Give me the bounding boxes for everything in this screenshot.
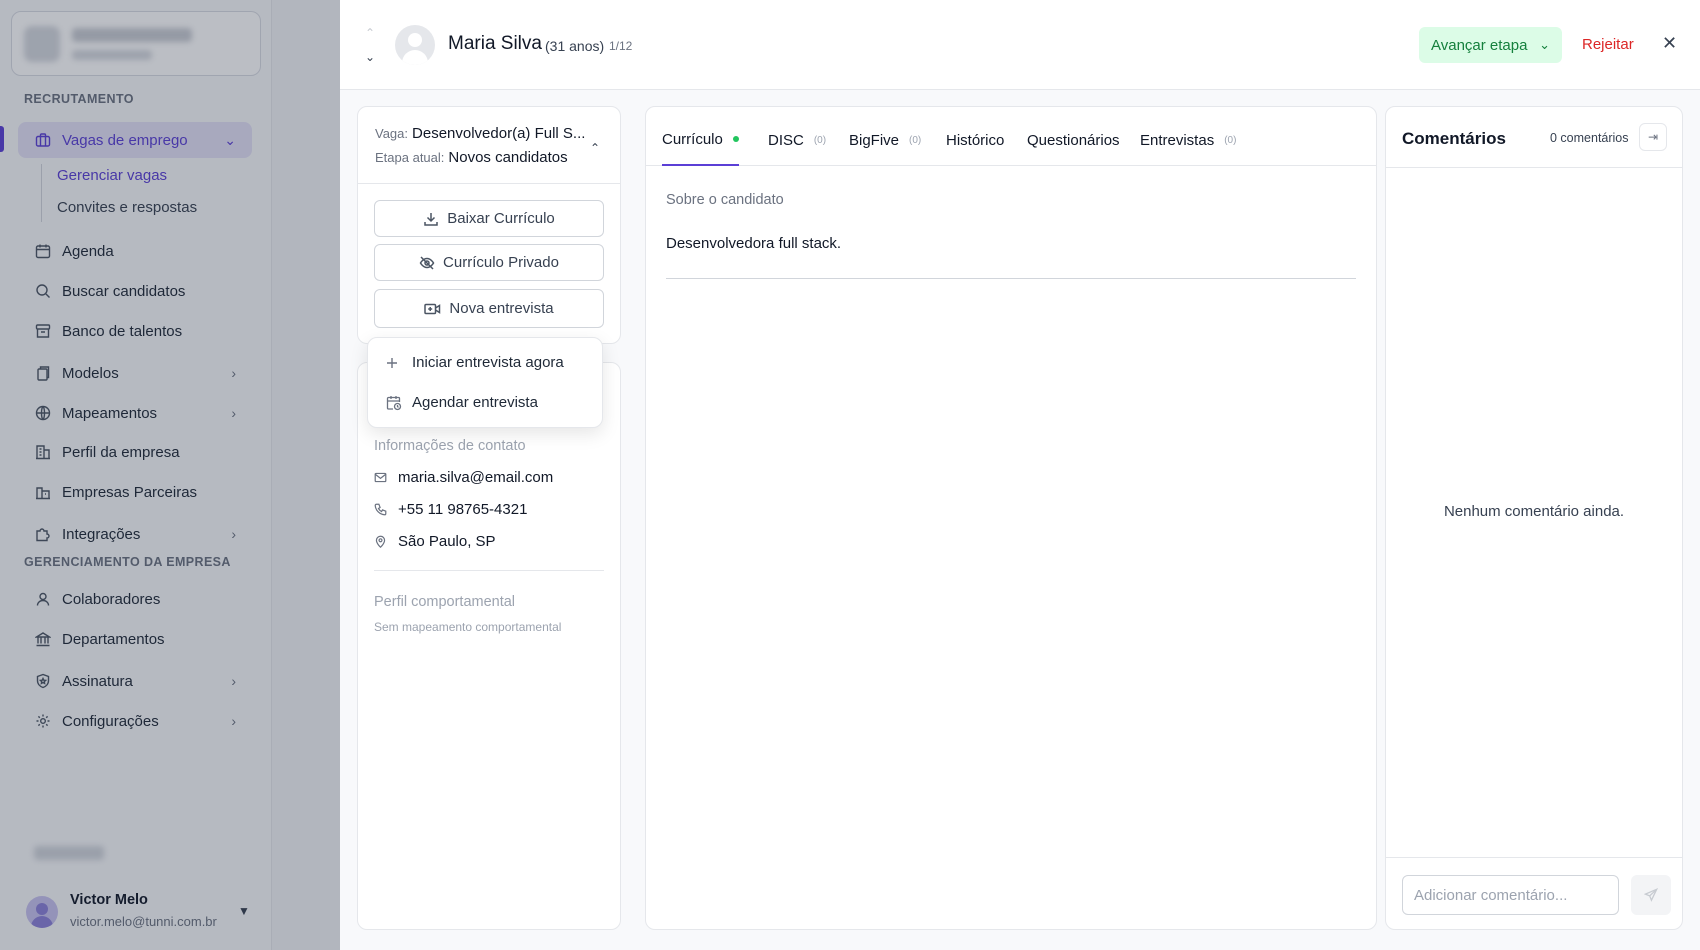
- tab-label: DISC: [768, 131, 804, 149]
- comment-input[interactable]: [1402, 875, 1619, 915]
- divider: [1386, 857, 1682, 858]
- tab-disc[interactable]: DISC (0): [768, 128, 826, 166]
- advance-stage-label: Avançar etapa: [1431, 36, 1528, 54]
- tab-questionarios[interactable]: Questionários: [1027, 128, 1120, 166]
- private-resume-label: Currículo Privado: [443, 254, 559, 271]
- collapse-panel-icon[interactable]: ⇥: [1639, 123, 1667, 151]
- tab-bar: Currículo DISC (0) BigFive (0) Histórico…: [646, 107, 1376, 166]
- video-plus-icon: [424, 301, 441, 317]
- stage-label: Etapa atual:: [375, 150, 445, 165]
- candidate-avatar: [395, 25, 435, 65]
- drawer-header: ⌃ ⌄ Maria Silva (31 anos) 1/12 Avançar e…: [340, 0, 1700, 90]
- avatar-head: [408, 33, 422, 47]
- start-interview-now-item[interactable]: Iniciar entrevista agora: [386, 354, 564, 371]
- candidate-age: (31 anos): [545, 38, 605, 54]
- divider: [358, 183, 620, 184]
- stage-row: Etapa atual: Novos candidatos: [375, 149, 568, 166]
- stage-value: Novos candidatos: [448, 149, 568, 166]
- tab-count: (0): [909, 134, 922, 146]
- tab-label: Currículo: [662, 130, 723, 148]
- contact-phone-value: +55 11 98765-4321: [398, 501, 528, 518]
- chevron-up-icon[interactable]: ⌃: [590, 141, 600, 155]
- tab-label: Questionários: [1027, 131, 1120, 149]
- comments-title: Comentários: [1402, 129, 1506, 148]
- contact-phone[interactable]: +55 11 98765-4321: [374, 501, 527, 518]
- job-card: Vaga: Desenvolvedor(a) Full S... Etapa at…: [357, 106, 621, 344]
- schedule-interview-item[interactable]: Agendar entrevista: [386, 394, 538, 411]
- behavior-subtitle: Sem mapeamento comportamental: [374, 620, 562, 634]
- new-interview-button[interactable]: Nova entrevista: [374, 289, 604, 328]
- download-resume-button[interactable]: Baixar Currículo: [374, 200, 604, 237]
- comments-panel: Comentários 0 comentários ⇥ Nenhum comen…: [1385, 106, 1683, 930]
- resume-panel: Currículo DISC (0) BigFive (0) Histórico…: [645, 106, 1377, 930]
- contact-email[interactable]: maria.silva@email.com: [374, 469, 553, 486]
- comments-empty-state: Nenhum comentário ainda.: [1443, 503, 1625, 520]
- send-comment-button[interactable]: [1631, 875, 1671, 915]
- contact-title: Informações de contato: [374, 438, 526, 454]
- contact-email-value: maria.silva@email.com: [398, 469, 554, 486]
- interview-dropdown: Iniciar entrevista agora Agendar entrevi…: [367, 337, 603, 428]
- download-icon: [423, 211, 439, 227]
- tab-label: Histórico: [946, 131, 1005, 149]
- advance-stage-button[interactable]: Avançar etapa ⌄: [1419, 27, 1562, 63]
- map-pin-icon: [374, 535, 388, 548]
- contact-card: Informações de contato maria.silva@email…: [357, 362, 621, 930]
- about-title: Sobre o candidato: [666, 192, 784, 208]
- comments-header: Comentários 0 comentários ⇥: [1386, 107, 1682, 168]
- contact-location-value: São Paulo, SP: [398, 533, 496, 550]
- mail-icon: [374, 471, 388, 484]
- candidate-position: 1/12: [609, 39, 633, 53]
- comments-count: 0 comentários: [1550, 131, 1629, 145]
- start-interview-now-label: Iniciar entrevista agora: [412, 354, 564, 371]
- contact-location: São Paulo, SP: [374, 533, 496, 550]
- reject-button[interactable]: Rejeitar: [1582, 36, 1634, 53]
- calendar-clock-icon: [386, 395, 402, 411]
- job-value: Desenvolvedor(a) Full S...: [412, 125, 586, 142]
- tab-bigfive[interactable]: BigFive (0): [849, 128, 921, 166]
- private-resume-button[interactable]: Currículo Privado: [374, 244, 604, 281]
- about-text: Desenvolvedora full stack.: [666, 235, 842, 252]
- divider: [374, 570, 604, 571]
- eye-off-icon: [419, 255, 435, 271]
- tab-label: BigFive: [849, 131, 900, 149]
- divider: [666, 278, 1356, 279]
- candidate-drawer: ⌃ ⌄ Maria Silva (31 anos) 1/12 Avançar e…: [340, 0, 1700, 950]
- tab-count: (0): [1224, 134, 1237, 146]
- status-dot: [732, 136, 739, 142]
- previous-candidate-icon[interactable]: ⌃: [365, 26, 375, 40]
- job-row: Vaga: Desenvolvedor(a) Full S...: [375, 125, 585, 142]
- tab-curriculo[interactable]: Currículo: [662, 128, 739, 166]
- next-candidate-icon[interactable]: ⌄: [365, 50, 375, 64]
- tab-historico[interactable]: Histórico: [946, 128, 1004, 166]
- new-interview-label: Nova entrevista: [449, 300, 554, 317]
- avatar-body: [402, 50, 428, 65]
- tab-entrevistas[interactable]: Entrevistas (0): [1140, 128, 1236, 166]
- behavior-title: Perfil comportamental: [374, 594, 516, 610]
- tab-count: (0): [813, 134, 827, 146]
- phone-icon: [374, 503, 388, 516]
- schedule-interview-label: Agendar entrevista: [412, 394, 538, 411]
- tab-label: Entrevistas: [1140, 131, 1215, 149]
- plus-icon: [386, 357, 402, 369]
- chevron-down-icon: ⌄: [1539, 37, 1550, 52]
- download-resume-label: Baixar Currículo: [447, 210, 555, 227]
- job-label: Vaga:: [375, 126, 409, 141]
- send-icon: [1644, 888, 1658, 902]
- candidate-name: Maria Silva: [448, 33, 542, 54]
- close-icon[interactable]: ✕: [1662, 33, 1677, 54]
